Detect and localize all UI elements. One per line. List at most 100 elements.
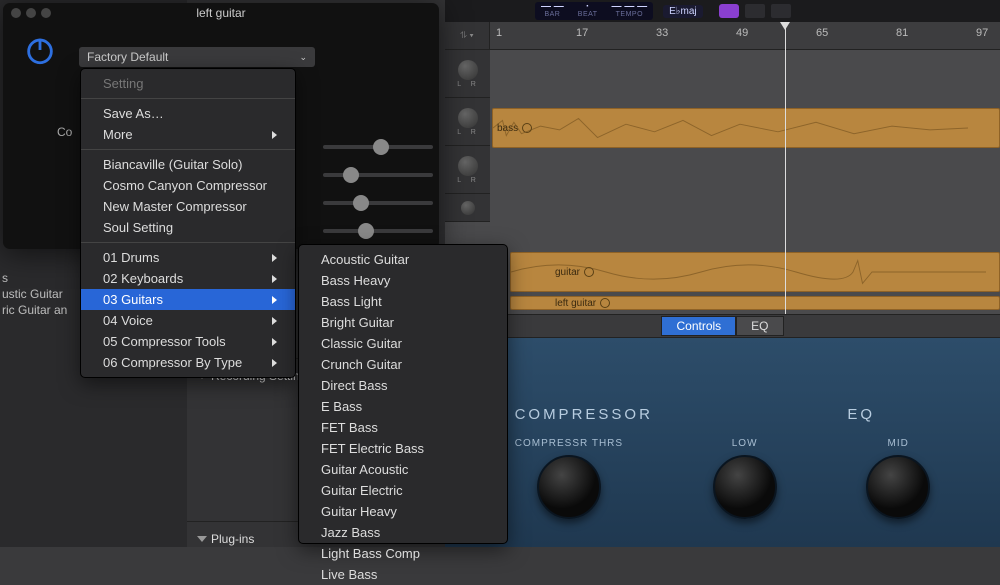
submenu-item[interactable]: Direct Bass	[299, 375, 507, 396]
eq-low-knob[interactable]	[713, 455, 777, 519]
toolbar-button[interactable]	[719, 4, 739, 18]
bar-number: 49	[736, 27, 748, 39]
track-header[interactable]: L R	[445, 146, 490, 194]
submenu-item[interactable]: Guitar Heavy	[299, 501, 507, 522]
submenu-item[interactable]: E Bass	[299, 396, 507, 417]
lcd-display[interactable]: — —BAR ·BEAT — — —TEMPO	[535, 2, 653, 20]
window-title: left guitar	[3, 3, 439, 23]
window-traffic-lights[interactable]	[11, 8, 51, 18]
tab-controls[interactable]: Controls	[661, 316, 736, 336]
bar-label: BAR	[544, 11, 560, 19]
preset-submenu[interactable]: Acoustic GuitarBass HeavyBass LightBrigh…	[298, 244, 508, 544]
slider[interactable]	[323, 201, 433, 205]
menu-more[interactable]: More	[81, 124, 295, 145]
tab-eq[interactable]: EQ	[736, 316, 783, 336]
submenu-item[interactable]: Guitar Electric	[299, 480, 507, 501]
menu-separator	[81, 149, 295, 150]
menu-recent-item[interactable]: Biancaville (Guitar Solo)	[81, 154, 295, 175]
knob-label: MID	[888, 438, 909, 449]
submenu-item[interactable]: Bright Guitar	[299, 312, 507, 333]
menu-recent-item[interactable]: New Master Compressor	[81, 196, 295, 217]
menu-category[interactable]: 04 Voice	[81, 310, 295, 331]
bar-number: 97	[976, 27, 988, 39]
audio-region-guitar[interactable]: guitar	[510, 252, 1000, 292]
beat-label: BEAT	[578, 11, 598, 19]
knob-label: COMPRESSR THRS	[515, 438, 623, 449]
pan-knob[interactable]	[461, 201, 475, 215]
preset-menu[interactable]: Setting Save As… More Biancaville (Guita…	[80, 68, 296, 378]
track-list: s ustic Guitar ric Guitar an	[0, 270, 72, 318]
slider[interactable]	[323, 145, 433, 149]
submenu-item[interactable]: Acoustic Guitar	[299, 249, 507, 270]
track-item[interactable]: ustic Guitar	[2, 286, 72, 302]
compare-label: Co	[57, 125, 72, 139]
editor-tabs: Controls EQ	[445, 314, 1000, 338]
toolbar-button[interactable]	[745, 4, 765, 18]
menu-category[interactable]: 05 Compressor Tools	[81, 331, 295, 352]
bar-number: 81	[896, 27, 908, 39]
submenu-item[interactable]: FET Electric Bass	[299, 438, 507, 459]
menu-separator	[81, 98, 295, 99]
menu-save-as[interactable]: Save As…	[81, 103, 295, 124]
bar-ruler[interactable]: ⥮ ▾ 1 17 33 49 65 81 97	[445, 22, 1000, 50]
lr-label: L R	[457, 81, 478, 88]
submenu-item[interactable]: Guitar Acoustic	[299, 459, 507, 480]
chevron-right-icon	[272, 254, 277, 262]
chevron-right-icon	[272, 359, 277, 367]
chevron-right-icon	[272, 317, 277, 325]
key-signature[interactable]: E♭maj	[663, 5, 703, 18]
section-title: Plug-ins	[211, 532, 254, 546]
bar-number: 33	[656, 27, 668, 39]
pan-knob[interactable]	[458, 156, 478, 176]
arrange-area: — —BAR ·BEAT — — —TEMPO E♭maj ⥮ ▾ 1 17 3…	[445, 0, 1000, 547]
audio-region-bass[interactable]: bass	[492, 108, 1000, 148]
waveform	[493, 109, 968, 147]
track-header[interactable]: L R	[445, 50, 490, 98]
smart-controls-panel: COMPRESSOR EQ COMPRESSR THRS LOW MID	[445, 338, 1000, 547]
toolbar-button[interactable]	[771, 4, 791, 18]
pan-knob[interactable]	[458, 60, 478, 80]
chevron-right-icon	[272, 338, 277, 346]
menu-recent-item[interactable]: Soul Setting	[81, 217, 295, 238]
bar-number: 65	[816, 27, 828, 39]
menu-recent-item[interactable]: Cosmo Canyon Compressor	[81, 175, 295, 196]
menu-category[interactable]: 02 Keyboards	[81, 268, 295, 289]
track-item[interactable]: s	[2, 270, 72, 286]
submenu-item[interactable]: Crunch Guitar	[299, 354, 507, 375]
slider[interactable]	[323, 173, 433, 177]
knob-label: LOW	[732, 438, 758, 449]
submenu-item[interactable]: Jazz Bass	[299, 522, 507, 543]
bar-number: 17	[576, 27, 588, 39]
submenu-item[interactable]: Light Bass Comp	[299, 543, 507, 564]
ruler-controls[interactable]: ⥮ ▾	[445, 22, 490, 49]
transport-bar: — —BAR ·BEAT — — —TEMPO E♭maj	[445, 0, 1000, 22]
submenu-item[interactable]: Bass Heavy	[299, 270, 507, 291]
lr-label: L R	[457, 177, 478, 184]
chevron-down-icon: ⌄	[299, 52, 307, 63]
menu-category-selected[interactable]: 03 Guitars	[81, 289, 295, 310]
power-button[interactable]	[23, 33, 57, 67]
compressor-threshold-knob[interactable]	[537, 455, 601, 519]
menu-category[interactable]: 01 Drums	[81, 247, 295, 268]
region-name: left guitar	[555, 298, 596, 309]
eq-mid-knob[interactable]	[866, 455, 930, 519]
chevron-down-icon	[197, 536, 207, 542]
preset-selector[interactable]: Factory Default ⌄	[79, 47, 315, 67]
slider[interactable]	[323, 229, 433, 233]
menu-category[interactable]: 06 Compressor By Type	[81, 352, 295, 373]
submenu-item[interactable]: Bass Light	[299, 291, 507, 312]
tempo-label: TEMPO	[616, 11, 643, 19]
track-item[interactable]: ric Guitar an	[2, 302, 72, 318]
submenu-item[interactable]: Live Bass	[299, 564, 507, 585]
chevron-right-icon	[272, 131, 277, 139]
submenu-item[interactable]: Classic Guitar	[299, 333, 507, 354]
pan-knob[interactable]	[458, 108, 478, 128]
audio-region-left-guitar[interactable]: left guitar	[510, 296, 1000, 310]
track-header[interactable]	[445, 194, 490, 222]
plugin-sliders	[323, 121, 433, 257]
track-header[interactable]: L R	[445, 98, 490, 146]
submenu-item[interactable]: FET Bass	[299, 417, 507, 438]
loop-icon	[600, 298, 610, 308]
menu-header: Setting	[81, 73, 295, 94]
preset-name: Factory Default	[87, 50, 168, 64]
